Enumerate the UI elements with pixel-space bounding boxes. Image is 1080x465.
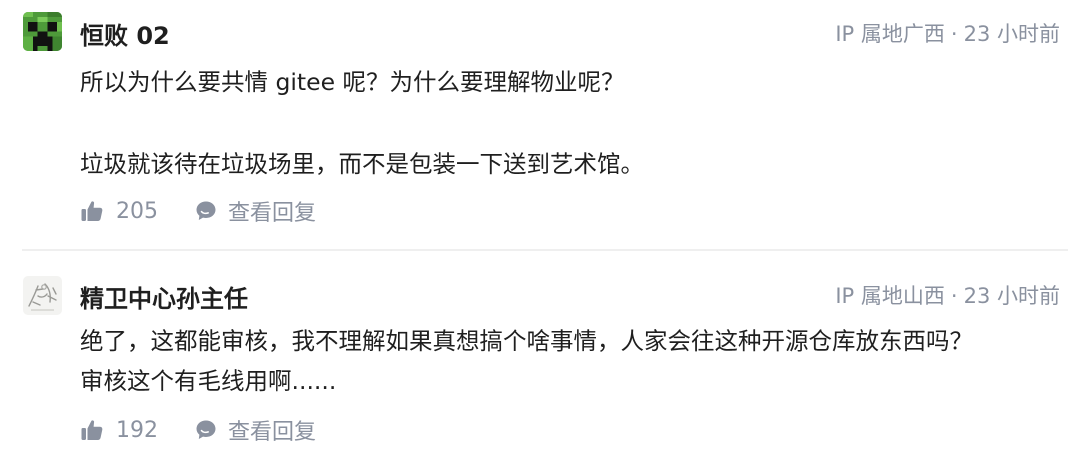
like-button[interactable]: 205 [80,199,158,224]
comment-actions: 205 查看回复 [80,196,316,226]
comment-time: 23 小时前 [963,284,1060,308]
like-button[interactable]: 192 [80,418,158,443]
like-count: 192 [116,417,158,443]
comment-actions: 192 查看回复 [80,415,316,445]
like-count: 205 [116,198,158,224]
meta-separator: · [950,284,958,308]
ip-location: IP 属地山西 [835,284,945,308]
thumbs-up-icon [81,201,103,221]
view-replies-label: 查看回复 [228,201,317,226]
ip-location: IP 属地广西 [835,22,945,46]
comment-time: 23 小时前 [963,22,1060,46]
comment-line: 垃圾就该待在垃圾场里，而不是包装一下送到艺术馆。 [80,150,644,178]
comment-item: 恒败 02 IP 属地广西 · 23 小时前 所以为什么要共情 gitee 呢？为什… [0,0,1080,250]
view-replies-button[interactable]: 查看回复 [194,414,316,446]
author-name[interactable]: 恒败 02 [80,16,170,51]
view-replies-button[interactable]: 查看回复 [194,195,316,227]
avatar[interactable] [23,12,62,51]
view-replies-label: 查看回复 [228,420,317,445]
comment-bubble-icon [196,420,216,439]
comment-item: 精卫中心孙主任 IP 属地山西 · 23 小时前 绝了，这都能审核，我不理解如果真想… [0,251,1080,465]
comment-body: 所以为什么要共情 gitee 呢？为什么要理解物业呢？ 垃圾就该待在垃圾场里，而… [80,62,1050,184]
creeper-avatar-icon [23,12,62,51]
comment-body: 绝了，这都能审核，我不理解如果真想搞个啥事情，人家会往这种开源仓库放东西吗？ 审… [80,321,1050,401]
comment-line: 所以为什么要共情 gitee 呢？为什么要理解物业呢？ [80,68,625,96]
comment-meta: IP 属地广西 · 23 小时前 [835,18,1060,48]
sketch-avatar-icon [23,276,62,315]
meta-separator: · [950,22,958,46]
comment-meta: IP 属地山西 · 23 小时前 [835,280,1060,310]
author-name[interactable]: 精卫中心孙主任 [80,279,248,314]
avatar[interactable] [23,276,62,315]
comment-bubble-icon [196,201,216,220]
comment-line: 绝了，这都能审核，我不理解如果真想搞个啥事情，人家会往这种开源仓库放东西吗？ [80,327,973,355]
thumbs-up-icon [81,420,103,440]
comment-line: 审核这个有毛线用啊...... [80,367,337,395]
